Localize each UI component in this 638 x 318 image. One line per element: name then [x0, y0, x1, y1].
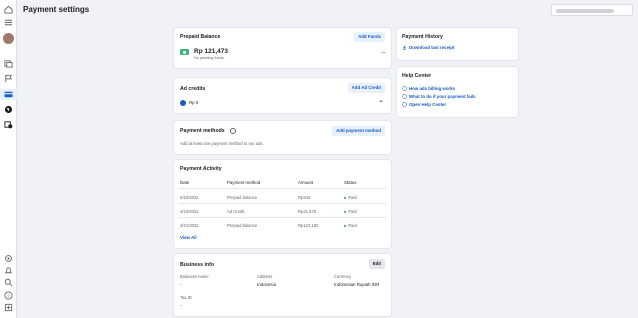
help-link-billing[interactable]: How ads billing works — [402, 86, 455, 91]
column-header-status: Status — [344, 180, 357, 185]
row-method: Ad Credit — [227, 209, 245, 214]
currency-value: Indonesian Rupiah IDR — [334, 282, 380, 287]
row-status-label: Paid — [348, 209, 357, 214]
help-circle-icon — [402, 86, 407, 91]
avatar[interactable] — [3, 33, 14, 44]
help-link-payment-fails[interactable]: What to do if your payment fails — [402, 94, 476, 99]
pages-icon[interactable] — [4, 59, 13, 68]
card-title: Help Center — [402, 73, 432, 79]
menu-icon[interactable] — [4, 18, 13, 27]
currency-label: Currency — [334, 274, 351, 279]
row-status: Paid — [344, 223, 357, 228]
view-all-link[interactable]: View All — [180, 235, 197, 240]
billing-card-icon[interactable] — [4, 90, 13, 99]
row-date: 4/22/2022 — [180, 209, 199, 214]
ad-credits-card: Ad credits Add Ad Credit Rp 0 ⌄ — [174, 78, 391, 113]
row-status: Paid — [344, 209, 357, 214]
credit-amount: Rp 0 — [189, 100, 199, 105]
download-receipt-link[interactable]: Download last receipt — [402, 45, 454, 50]
help-link-label: Open Help Center — [409, 102, 447, 107]
row-date: 4/21/2022 — [180, 223, 199, 228]
business-name-value: - — [180, 282, 182, 287]
row-amount: Rp123,180 — [298, 223, 319, 228]
column-header-date: Date — [180, 180, 190, 185]
divider — [179, 203, 386, 204]
gear-icon[interactable] — [4, 254, 13, 263]
money-icon — [180, 49, 189, 55]
help-link-label: How ads billing works — [409, 86, 456, 91]
row-status-label: Paid — [348, 195, 357, 200]
search-input[interactable] — [551, 4, 633, 16]
payment-history-card: Payment History Download last receipt — [397, 28, 518, 60]
add-payment-method-button[interactable]: Add payment method — [332, 126, 385, 136]
row-date: 5/22/2022 — [180, 195, 199, 200]
help-circle-icon — [402, 94, 407, 99]
help-icon[interactable]: ? — [4, 291, 13, 300]
download-receipt-label: Download last receipt — [409, 45, 455, 50]
business-name-label: Business name — [180, 274, 209, 279]
business-info-card: Business info Edit Business name - Addre… — [174, 254, 391, 316]
paid-status-dot — [344, 196, 347, 200]
report-icon[interactable] — [4, 303, 13, 312]
row-method: Prepaid balance — [227, 223, 258, 228]
add-funds-button[interactable]: Add Funds — [354, 32, 385, 42]
bell-icon[interactable] — [4, 266, 13, 275]
card-title: Payment Activity — [180, 166, 222, 172]
svg-text:?: ? — [7, 293, 10, 298]
address-label: Address — [257, 274, 273, 279]
column-header-amount: Amount — [298, 180, 314, 185]
tax-id-label: Tax ID — [180, 295, 192, 300]
search-text-placeholder — [556, 9, 614, 13]
info-icon[interactable] — [230, 128, 236, 134]
home-icon[interactable] — [4, 5, 13, 14]
card-title: Payment History — [402, 34, 443, 40]
pending-funds-text: No pending funds. — [194, 56, 225, 60]
payment-methods-card: Payment methods Add payment method Add a… — [174, 121, 391, 154]
help-center-card: Help Center How ads billing works What t… — [397, 67, 518, 117]
globe-icon[interactable] — [4, 105, 13, 114]
column-header-payment-method: Payment method — [227, 180, 261, 185]
paid-status-dot — [344, 224, 347, 228]
search-icon[interactable] — [4, 278, 13, 287]
tax-id-value: - — [180, 303, 182, 308]
flag-icon[interactable] — [4, 74, 13, 83]
row-status-label: Paid — [348, 223, 357, 228]
row-amount: Rp344 — [298, 195, 311, 200]
help-link-label: What to do if your payment fails — [409, 94, 476, 99]
help-circle-icon — [402, 102, 407, 107]
card-title: Payment methods — [180, 128, 225, 134]
divider — [179, 217, 386, 218]
chevron-down-icon[interactable]: ⌄ — [378, 96, 384, 104]
card-title: Business info — [180, 262, 215, 268]
address-value: Indonesia — [257, 282, 277, 287]
balance-amount: Rp 121,473 — [194, 48, 228, 55]
download-icon — [402, 45, 407, 50]
prepaid-balance-card: Prepaid Balance Add Funds Rp 121,473 No … — [174, 28, 391, 68]
card-title: Ad credits — [180, 86, 206, 92]
payment-methods-hint: Add at least one payment method to run a… — [180, 141, 264, 146]
card-title: Prepaid Balance — [180, 34, 221, 40]
credit-icon — [180, 100, 186, 106]
paid-status-dot — [344, 210, 347, 214]
page-title: Payment settings — [23, 5, 90, 14]
payment-activity-card: Payment Activity Date Payment method Amo… — [174, 160, 391, 248]
left-nav-rail: ? — [0, 0, 17, 318]
row-method: Prepaid balance — [227, 195, 258, 200]
more-options-icon[interactable]: ... — [381, 49, 385, 54]
settings-shield-icon[interactable] — [4, 120, 13, 129]
help-link-open-center[interactable]: Open Help Center — [402, 102, 446, 107]
row-status: Paid — [344, 195, 357, 200]
add-ad-credit-button[interactable]: Add Ad Credit — [347, 83, 385, 93]
row-amount: Rp41,578 — [298, 209, 317, 214]
edit-button[interactable]: Edit — [368, 259, 385, 269]
divider — [179, 188, 386, 189]
